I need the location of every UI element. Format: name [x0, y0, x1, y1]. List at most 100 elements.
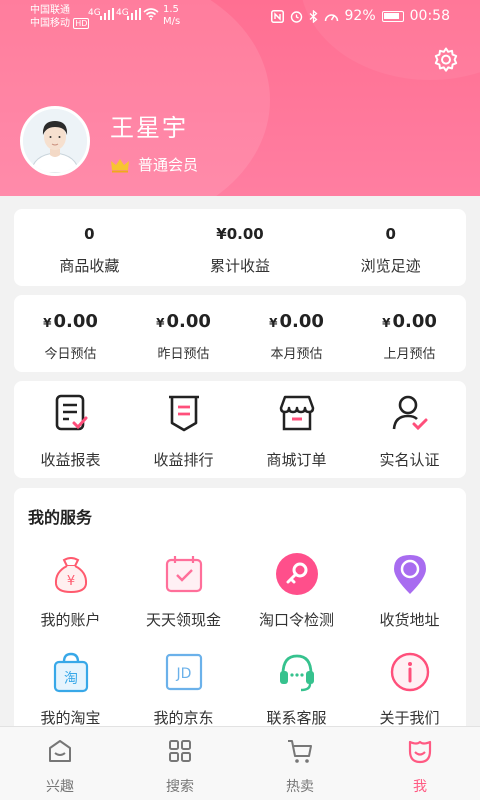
quick-action-label: 收益报表 — [40, 451, 101, 469]
profile-header: 中国联通 中国移动 HD 4G 4G 1.5 M/s 92% 00:58 王星宇… — [0, 0, 480, 196]
alarm-icon — [290, 10, 302, 23]
tab-me[interactable]: 我 — [360, 727, 480, 800]
currency-symbol: ¥ — [269, 316, 278, 330]
status-bar: 中国联通 中国移动 HD 4G 4G 1.5 M/s 92% 00:58 — [0, 0, 480, 34]
service-customer-support[interactable]: 联系客服 — [240, 650, 353, 728]
svg-text:淘: 淘 — [64, 671, 78, 687]
verified-user-icon — [392, 395, 427, 431]
service-label: 关于我们 — [379, 709, 440, 727]
service-label: 天天领现金 — [145, 611, 221, 629]
services-title: 我的服务 — [28, 508, 93, 527]
estimate-value: 0.00 — [392, 311, 437, 332]
summary-value: ¥0.00 — [216, 225, 264, 243]
battery-icon — [381, 10, 404, 22]
estimate-value: 0.00 — [166, 311, 211, 332]
estimate-label: 今日预估 — [44, 347, 97, 362]
tab-label: 热卖 — [286, 779, 314, 795]
service-daily-cash[interactable]: 天天领现金 — [127, 552, 240, 630]
estimate-label: 本月预估 — [270, 347, 323, 362]
speedometer-icon — [324, 13, 338, 21]
services-card: 我的服务 ¥ 我的账户 天天领现金 淘口令检测 收货地址 淘 我的淘宝 JD 我… — [14, 488, 466, 738]
estimate-value: 0.00 — [53, 311, 98, 332]
estimate-today[interactable]: ¥0.00 今日预估 — [14, 295, 127, 372]
estimate-last-month[interactable]: ¥0.00 上月预估 — [353, 295, 466, 372]
quick-action-identity-verification[interactable]: 实名认证 — [353, 381, 466, 478]
summary-earnings[interactable]: ¥0.00 累计收益 — [165, 209, 316, 286]
currency-symbol: ¥ — [43, 316, 52, 330]
nfc-icon — [270, 9, 284, 23]
summary-favorites[interactable]: 0 商品收藏 — [14, 209, 165, 286]
estimate-value: 0.00 — [279, 311, 324, 332]
signal-icon — [100, 8, 114, 20]
service-label: 我的账户 — [40, 611, 101, 629]
service-my-jd[interactable]: JD 我的京东 — [127, 650, 240, 728]
service-shipping-address[interactable]: 收货地址 — [353, 552, 466, 630]
tab-search[interactable]: 搜索 — [120, 727, 240, 800]
status-icons: 92% 00:58 — [270, 8, 450, 24]
calendar-check-icon — [165, 556, 202, 593]
bottom-tab-bar: 兴趣 搜索 热卖 我 — [0, 726, 480, 800]
service-label: 我的京东 — [153, 709, 214, 727]
tab-hot-sale[interactable]: 热卖 — [240, 727, 360, 800]
svg-text:JD: JD — [175, 666, 191, 682]
carrier-info: 中国联通 中国移动 HD — [30, 4, 90, 30]
summary-label: 累计收益 — [210, 257, 271, 275]
tab-label: 搜索 — [166, 779, 194, 795]
user-portrait-icon — [23, 109, 87, 173]
interest-icon — [49, 740, 71, 762]
service-taokouling-check[interactable]: 淘口令检测 — [240, 552, 353, 630]
svg-text:¥: ¥ — [66, 574, 74, 589]
store-icon — [279, 395, 314, 431]
hd-badge: HD — [73, 18, 90, 29]
location-pin-icon — [393, 555, 426, 594]
grid-icon — [169, 740, 191, 762]
quick-actions-card: 收益报表 收益排行 商城订单 实名认证 — [14, 381, 466, 478]
jd-icon: JD — [165, 653, 202, 691]
membership-label: 普通会员 — [138, 156, 199, 174]
carrier-1: 中国联通 — [30, 5, 70, 16]
bluetooth-icon — [309, 9, 318, 23]
quick-action-earnings-ranking[interactable]: 收益排行 — [127, 381, 240, 478]
user-name: 王星宇 — [110, 114, 188, 142]
summary-card: 0 商品收藏 ¥0.00 累计收益 0 浏览足迹 — [14, 209, 466, 286]
service-label: 淘口令检测 — [258, 611, 334, 629]
service-label: 联系客服 — [266, 709, 327, 727]
taobao-bag-icon: 淘 — [53, 652, 88, 693]
battery-percent: 92% — [344, 8, 376, 24]
service-my-account[interactable]: ¥ 我的账户 — [14, 552, 127, 630]
service-about-us[interactable]: 关于我们 — [353, 650, 466, 728]
cart-icon — [288, 740, 312, 763]
speed-value: 1.5 — [163, 4, 179, 15]
quick-action-earnings-report[interactable]: 收益报表 — [14, 381, 127, 478]
estimate-yesterday[interactable]: ¥0.00 昨日预估 — [127, 295, 240, 372]
quick-action-store-orders[interactable]: 商城订单 — [240, 381, 353, 478]
quick-action-label: 商城订单 — [266, 451, 327, 469]
network-type-1: 4G — [88, 8, 101, 18]
network-speed: 1.5 M/s — [163, 4, 180, 28]
key-search-icon — [275, 553, 318, 595]
service-label: 我的淘宝 — [40, 709, 101, 727]
estimate-label: 昨日预估 — [157, 347, 210, 362]
membership-badge: 普通会员 — [110, 154, 198, 175]
summary-label: 商品收藏 — [59, 257, 120, 275]
clock: 00:58 — [409, 8, 450, 24]
service-label: 收货地址 — [379, 611, 440, 629]
summary-history[interactable]: 0 浏览足迹 — [315, 209, 466, 286]
signal-icon — [127, 8, 141, 20]
avatar[interactable] — [20, 106, 90, 176]
summary-value: 0 — [385, 225, 396, 243]
gear-icon[interactable] — [432, 46, 460, 74]
estimate-this-month[interactable]: ¥0.00 本月预估 — [240, 295, 353, 372]
tab-interest[interactable]: 兴趣 — [0, 727, 120, 800]
ranking-icon — [168, 395, 199, 432]
estimates-card: ¥0.00 今日预估 ¥0.00 昨日预估 ¥0.00 本月预估 ¥0.00 上… — [14, 295, 466, 372]
summary-value: 0 — [84, 225, 95, 243]
quick-action-label: 收益排行 — [153, 451, 214, 469]
info-icon — [390, 652, 429, 692]
summary-label: 浏览足迹 — [360, 257, 421, 275]
carrier-2: 中国移动 — [30, 18, 70, 29]
headset-icon — [279, 654, 314, 692]
service-my-taobao[interactable]: 淘 我的淘宝 — [14, 650, 127, 728]
tab-label: 我 — [413, 779, 427, 795]
speed-unit: M/s — [163, 16, 181, 27]
